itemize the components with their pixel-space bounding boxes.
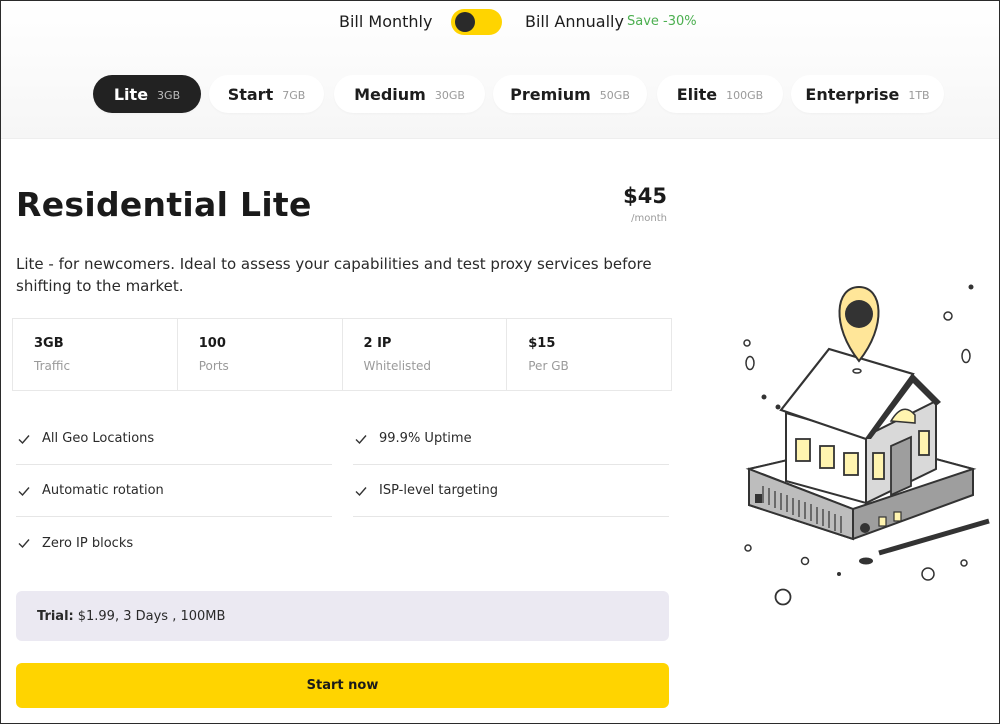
tab-name: Start: [227, 84, 274, 104]
stat-value: 3GB: [34, 336, 64, 351]
stat-label: Traffic: [34, 359, 71, 373]
stat-label: Per GB: [528, 359, 569, 373]
stat-label: Whitelisted: [363, 359, 432, 373]
feature-label: 99.9% Uptime: [379, 431, 472, 446]
tab-lite[interactable]: Lite 3GB: [93, 75, 201, 113]
stat-per-gb: $15 Per GB: [507, 319, 671, 390]
plan-selector-band: Bill Monthly Bill Annually Save -30% Lit…: [1, 1, 999, 139]
feature-all-geo-locations: All Geo Locations: [16, 413, 332, 465]
tab-enterprise[interactable]: Enterprise 1TB: [791, 75, 944, 113]
billing-period-toggle[interactable]: [451, 9, 502, 35]
toggle-knob: [455, 12, 475, 32]
tab-start[interactable]: Start 7GB: [209, 75, 324, 113]
check-icon: [355, 486, 367, 496]
feature-label: Zero IP blocks: [42, 535, 134, 551]
plan-title: Residential Lite: [16, 185, 312, 224]
tab-premium[interactable]: Premium 50GB: [493, 75, 647, 113]
price-period: /month: [631, 213, 667, 224]
tab-size: 7GB: [282, 88, 306, 102]
plan-stats: 3GB Traffic 100 Ports 2 IP Whitelisted $…: [12, 318, 672, 391]
trial-value: $1.99, 3 Days , 100MB: [77, 608, 226, 624]
tab-name: Enterprise: [805, 84, 900, 104]
stat-value: 100: [198, 336, 226, 351]
stat-value: $15: [528, 336, 556, 351]
feature-label: Automatic rotation: [42, 483, 164, 498]
house-location-pin-illustration: [743, 284, 990, 606]
pricing-page: Bill Monthly Bill Annually Save -30% Lit…: [0, 0, 1000, 724]
tab-size: 50GB: [599, 88, 630, 102]
bill-annually-label[interactable]: Bill Annually: [525, 12, 624, 31]
save-badge: Save -30%: [627, 14, 697, 29]
check-icon: [355, 434, 367, 444]
trial-key: Trial:: [37, 608, 74, 624]
check-icon: [18, 486, 30, 496]
feature-isp-level-targeting: ISP-level targeting: [353, 465, 669, 517]
tab-size: 3GB: [157, 88, 181, 102]
billing-toggle-row: Bill Monthly Bill Annually Save -30%: [1, 9, 999, 35]
stat-whitelisted: 2 IP Whitelisted: [343, 319, 508, 390]
plan-description: Lite - for newcomers. Ideal to assess yo…: [16, 255, 652, 295]
price-amount: $45: [623, 184, 667, 208]
feature-zero-ip-blocks: Zero IP blocks: [16, 517, 332, 569]
tab-size: 1TB: [908, 88, 930, 102]
feature-label: All Geo Locations: [42, 431, 155, 446]
tab-size: 30GB: [434, 88, 465, 102]
stat-label: Ports: [198, 359, 229, 373]
tab-name: Lite: [113, 84, 149, 104]
tab-medium[interactable]: Medium 30GB: [334, 75, 485, 113]
check-icon: [18, 434, 30, 444]
stat-ports: 100 Ports: [178, 319, 343, 390]
tab-size: 100GB: [726, 88, 764, 102]
start-now-button[interactable]: Start now: [16, 663, 669, 708]
tab-name: Premium: [510, 84, 591, 104]
check-icon: [18, 539, 30, 549]
feature-label: ISP-level targeting: [379, 483, 499, 498]
tab-name: Medium: [354, 84, 426, 104]
stat-traffic: 3GB Traffic: [13, 319, 178, 390]
bill-monthly-label[interactable]: Bill Monthly: [339, 12, 432, 31]
stat-value: 2 IP: [363, 336, 392, 351]
trial-info: Trial: $1.99, 3 Days , 100MB: [16, 591, 669, 641]
feature-uptime: 99.9% Uptime: [353, 413, 669, 465]
tab-name: Elite: [676, 84, 718, 104]
feature-automatic-rotation: Automatic rotation: [16, 465, 332, 517]
tab-elite[interactable]: Elite 100GB: [657, 75, 783, 113]
plan-price: $45 /month: [623, 184, 667, 224]
